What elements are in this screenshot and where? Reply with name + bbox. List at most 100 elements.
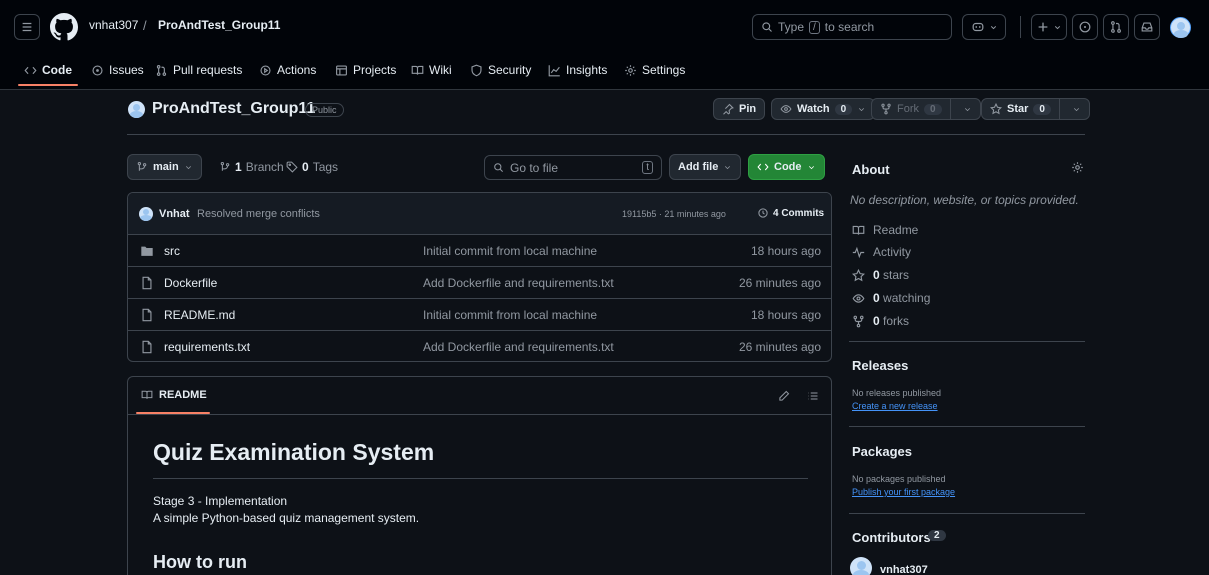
repo-owner-avatar[interactable] xyxy=(128,101,145,118)
file-row[interactable]: Dockerfile Add Dockerfile and requiremen… xyxy=(128,267,831,299)
plus-icon xyxy=(1038,22,1048,32)
file-commit-message[interactable]: Initial commit from local machine xyxy=(423,308,597,322)
tab-issues[interactable]: Issues xyxy=(91,63,144,77)
avatar-head xyxy=(133,104,140,111)
folder-icon xyxy=(141,246,153,256)
shield-icon xyxy=(471,64,482,76)
file-commit-time: 18 hours ago xyxy=(750,308,821,322)
file-commit-message[interactable]: Initial commit from local machine xyxy=(423,244,597,258)
contributors-title[interactable]: Contributors xyxy=(852,530,931,545)
inbox-button[interactable] xyxy=(1134,14,1160,40)
file-list: Vnhat Resolved merge conflicts 19115b5 ·… xyxy=(127,192,832,362)
file-commit-message[interactable]: Add Dockerfile and requirements.txt xyxy=(423,276,614,290)
repo-tabs: Code Issues Pull requests Actions Projec… xyxy=(0,55,1209,90)
file-row[interactable]: requirements.txt Add Dockerfile and requ… xyxy=(128,331,831,361)
hamburger-menu-button[interactable] xyxy=(14,14,40,40)
code-dropdown-button[interactable]: Code xyxy=(748,154,825,180)
breadcrumb-repo[interactable]: ProAndTest_Group11 xyxy=(158,18,280,32)
pin-button[interactable]: Pin xyxy=(713,98,766,120)
tab-settings[interactable]: Settings xyxy=(624,63,685,77)
add-file-button[interactable]: Add file xyxy=(669,154,742,180)
commit-meta[interactable]: 19115b5 · 21 minutes ago xyxy=(622,209,726,219)
readme-link[interactable]: Readme xyxy=(852,223,918,237)
tab-pull-requests[interactable]: Pull requests xyxy=(155,63,242,77)
tab-wiki[interactable]: Wiki xyxy=(411,63,452,77)
tab-projects-label: Projects xyxy=(353,63,397,77)
star-dropdown[interactable] xyxy=(1065,99,1089,119)
create-release-link[interactable]: Create a new release xyxy=(852,401,938,411)
commit-message[interactable]: Resolved merge conflicts xyxy=(197,208,320,220)
create-new-button[interactable] xyxy=(1031,14,1067,40)
stars-link[interactable]: 0 stars xyxy=(852,268,909,282)
about-title: About xyxy=(852,162,890,177)
pin-icon xyxy=(723,103,734,115)
fork-count: 0 xyxy=(924,103,942,115)
file-row[interactable]: src Initial commit from local machine 18… xyxy=(128,235,831,267)
contributor-name[interactable]: vnhat307 xyxy=(880,564,928,575)
file-commit-message[interactable]: Add Dockerfile and requirements.txt xyxy=(423,340,614,354)
book-icon xyxy=(852,225,865,235)
publish-package-link[interactable]: Publish your first package xyxy=(852,487,955,497)
fork-button[interactable]: Fork 0 xyxy=(871,98,981,120)
go-to-file-placeholder: Go to file xyxy=(510,160,559,175)
edit-pencil-icon[interactable] xyxy=(778,390,790,402)
file-icon xyxy=(142,308,152,322)
readme-line-stage: Stage 3 - Implementation xyxy=(153,494,288,508)
file-name[interactable]: src xyxy=(164,244,180,258)
tag-icon xyxy=(286,161,298,173)
fork-main[interactable]: Fork 0 xyxy=(872,99,951,119)
chevron-down-icon xyxy=(808,165,814,169)
packages-title[interactable]: Packages xyxy=(852,444,912,459)
branches-link[interactable]: 1 Branch xyxy=(219,160,284,174)
outline-list-icon[interactable] xyxy=(807,390,819,402)
book-icon xyxy=(411,65,424,75)
forks-link[interactable]: 0 forks xyxy=(852,314,909,328)
eye-icon xyxy=(852,293,865,303)
play-icon xyxy=(260,64,271,76)
book-icon xyxy=(141,390,153,399)
star-button[interactable]: Star 0 xyxy=(981,98,1090,120)
file-name[interactable]: Dockerfile xyxy=(164,276,217,290)
about-settings-gear-icon[interactable] xyxy=(1071,161,1084,174)
file-name[interactable]: README.md xyxy=(164,308,235,322)
branch-count: 1 xyxy=(235,160,242,174)
tab-security[interactable]: Security xyxy=(470,63,531,77)
github-logo-icon[interactable] xyxy=(50,13,79,41)
breadcrumb-owner[interactable]: vnhat307 xyxy=(89,18,138,32)
tags-link[interactable]: 0 Tags xyxy=(286,160,338,174)
branch-select[interactable]: main xyxy=(127,154,202,180)
copilot-button[interactable] xyxy=(962,14,1006,40)
go-to-file-input[interactable]: Go to file t xyxy=(484,155,662,180)
readme-tab-underline xyxy=(136,412,210,414)
readme-tab[interactable]: README xyxy=(141,389,207,401)
file-name[interactable]: requirements.txt xyxy=(164,340,250,354)
star-main[interactable]: Star 0 xyxy=(982,99,1060,119)
watch-button[interactable]: Watch 0 xyxy=(771,98,876,120)
code-icon xyxy=(24,66,37,74)
tab-projects[interactable]: Projects xyxy=(335,63,396,77)
file-row[interactable]: README.md Initial commit from local mach… xyxy=(128,299,831,331)
tab-code[interactable]: Code xyxy=(24,63,72,77)
commits-link[interactable]: 4 Commits xyxy=(757,207,824,219)
watching-link[interactable]: 0 watching xyxy=(852,291,930,305)
hamburger-icon xyxy=(22,22,32,32)
tab-insights[interactable]: Insights xyxy=(548,63,607,77)
star-count: 0 xyxy=(1033,103,1051,115)
pull-requests-button[interactable] xyxy=(1103,14,1129,40)
contributor-avatar[interactable] xyxy=(850,557,872,575)
readme-panel: README Quiz Examination System Stage 3 -… xyxy=(127,376,832,575)
tab-actions[interactable]: Actions xyxy=(259,63,316,77)
chevron-down-icon xyxy=(1074,107,1080,111)
fork-dropdown[interactable] xyxy=(956,99,980,119)
issues-button[interactable] xyxy=(1072,14,1098,40)
activity-link[interactable]: Activity xyxy=(852,245,911,259)
search-icon xyxy=(762,22,772,32)
star-icon xyxy=(990,103,1002,115)
repo-title[interactable]: ProAndTest_Group11 xyxy=(152,100,315,118)
user-avatar[interactable] xyxy=(1170,17,1191,38)
search-input[interactable]: Type / to search xyxy=(752,14,952,40)
releases-title[interactable]: Releases xyxy=(852,358,908,373)
commit-author[interactable]: Vnhat xyxy=(159,208,190,220)
search-shortcut-key: / xyxy=(809,20,820,34)
commit-author-avatar[interactable] xyxy=(139,207,153,221)
